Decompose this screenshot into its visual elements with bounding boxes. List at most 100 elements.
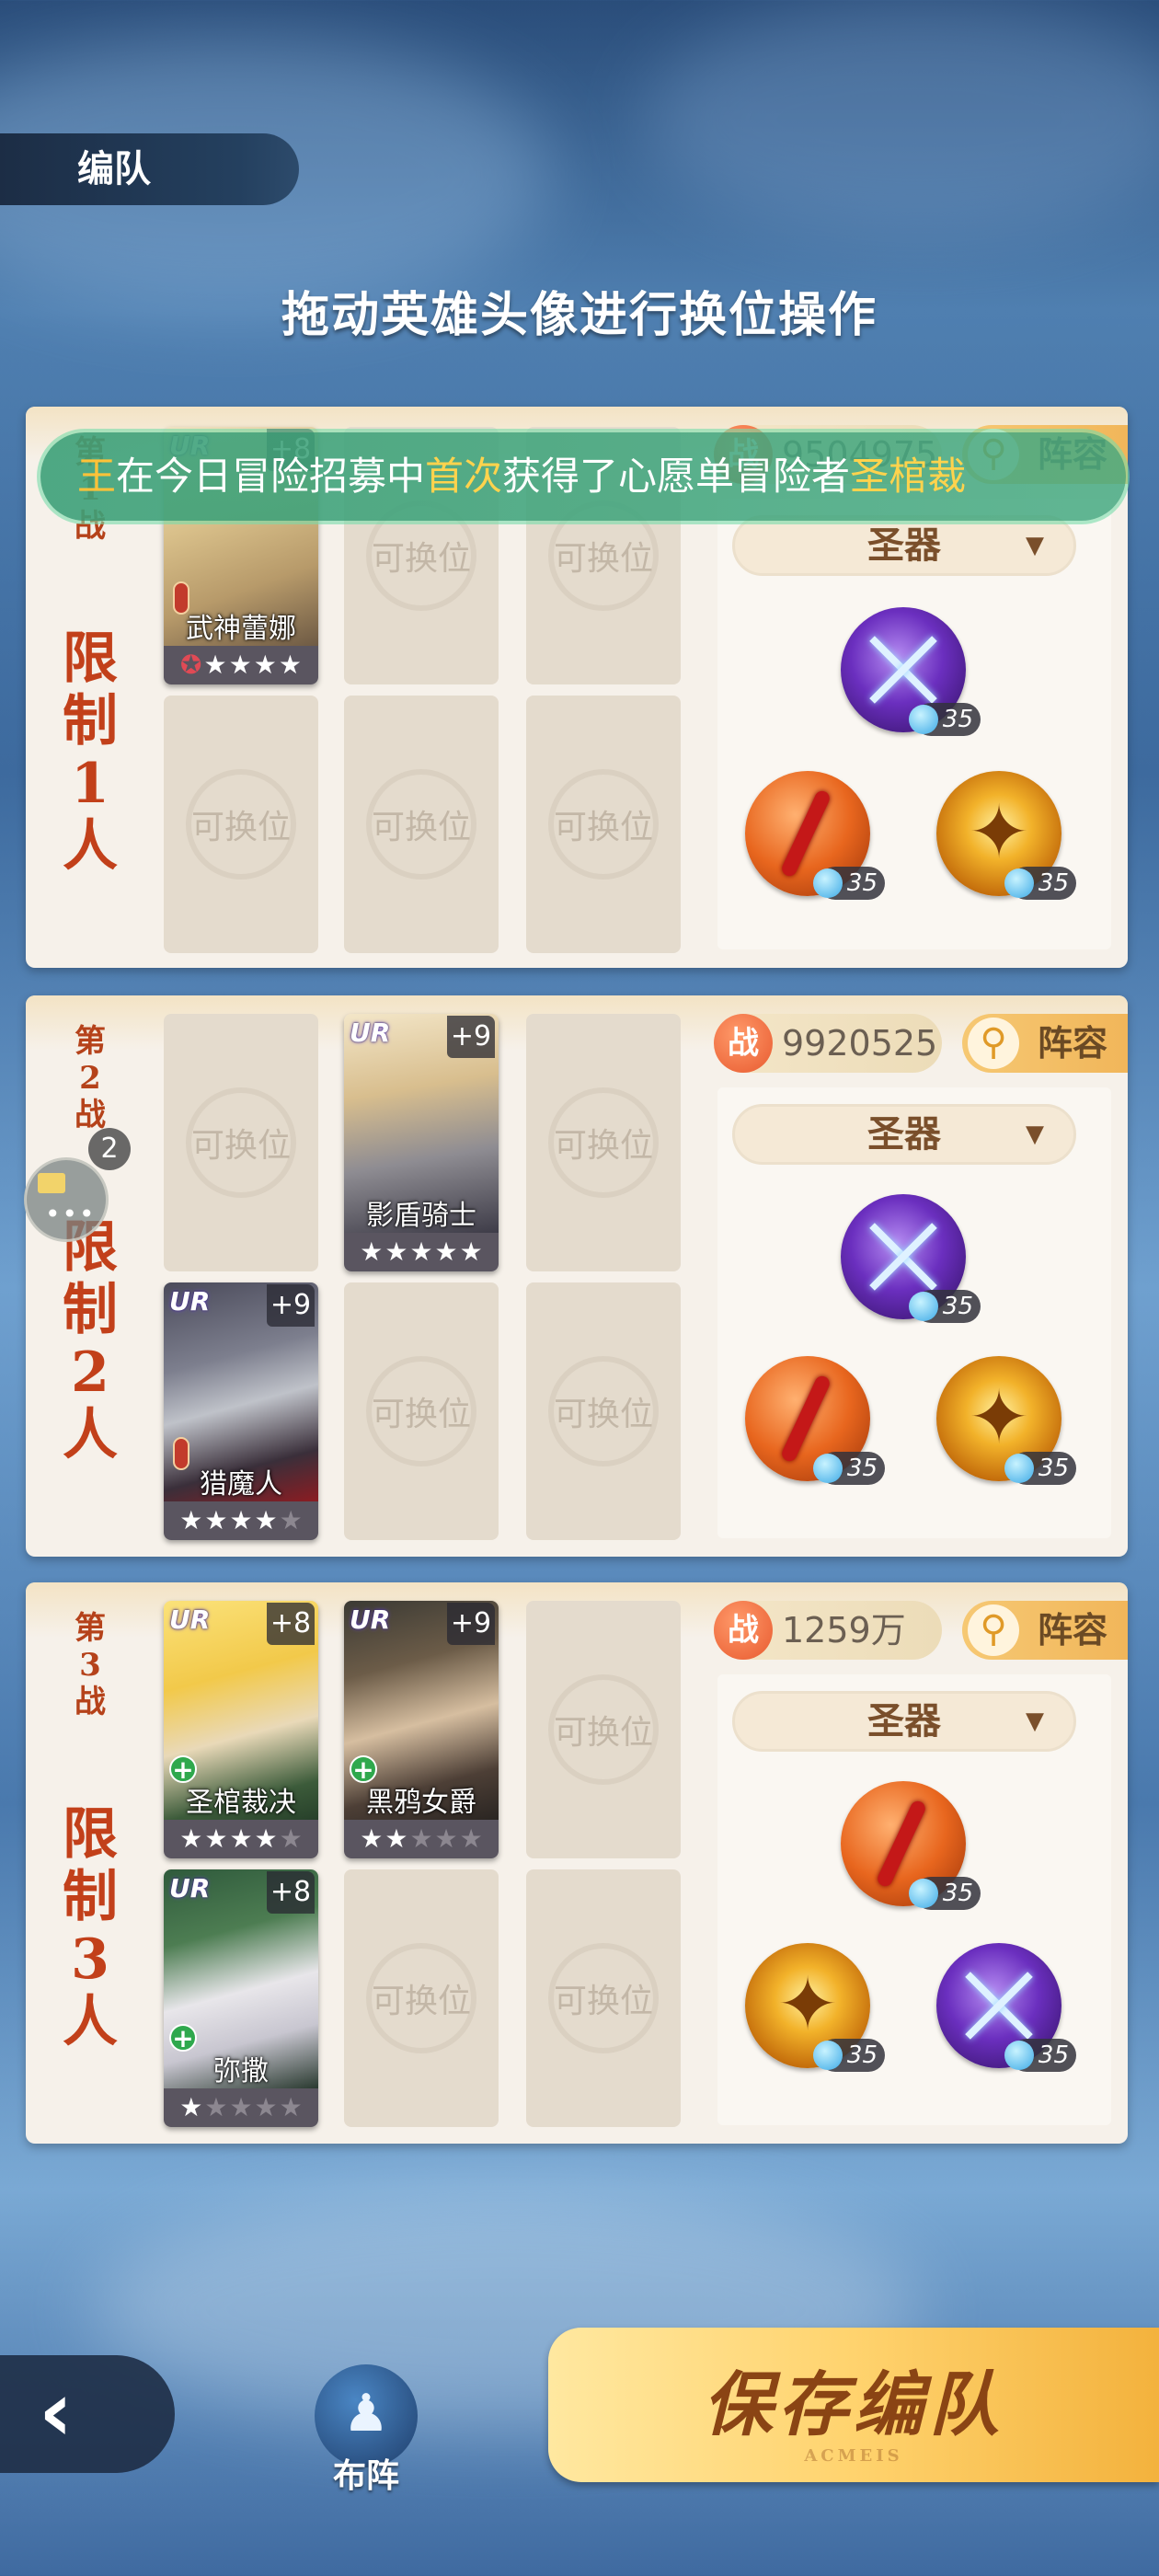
star-icon: ★ — [229, 1823, 253, 1854]
power-display: 战 1259万 — [714, 1601, 942, 1660]
star-icon: ★ — [409, 1823, 433, 1854]
star-icon: ★ — [254, 1505, 278, 1535]
artifact-red-blade-icon[interactable]: 35 — [745, 771, 885, 900]
star-rating: ✪ ★ ★ ★ ★ — [164, 646, 318, 684]
artifact-dropdown[interactable]: 圣器 ▼ — [732, 1691, 1076, 1752]
slot-label: 可换位 — [371, 540, 471, 578]
empty-slot[interactable]: 可换位 — [344, 696, 499, 953]
artifact-dropdown[interactable]: 圣器 ▼ — [732, 1104, 1076, 1165]
empty-slot[interactable]: 可换位 — [164, 1014, 318, 1271]
star-icon: ★ — [279, 2092, 303, 2122]
hero-name: 弥撒 — [213, 2055, 269, 2087]
artifact-dropdown[interactable]: 圣器 ▼ — [732, 515, 1076, 576]
star-icon: ★ — [179, 1823, 203, 1854]
power-display: 战 9920525 — [714, 1014, 942, 1073]
star-icon: ★ — [360, 1236, 384, 1267]
artifact-crossed-blades-icon[interactable]: 35 — [841, 607, 981, 736]
star-icon: ★ — [384, 1236, 408, 1267]
dropdown-label: 圣器 — [867, 1113, 941, 1156]
artifact-level: 35 — [813, 867, 885, 900]
save-team-label: 保存编队 — [703, 2363, 1004, 2445]
drag-hint: 拖动英雄头像进行换位操作 — [281, 288, 878, 343]
star-icon: ★ — [459, 1236, 483, 1267]
rarity-badge: UR — [169, 1873, 211, 1903]
star-icon: ★ — [229, 1505, 253, 1535]
artifact-level: 35 — [909, 1877, 981, 1910]
limit-label: 限 制 3 人 — [63, 1802, 118, 2054]
star-icon: ★ — [384, 1823, 408, 1854]
lineup-button[interactable]: ⚲ 阵容 — [962, 1601, 1128, 1660]
artifact-golden-sun-icon[interactable]: 35 — [936, 771, 1076, 900]
artifact-red-blade-icon[interactable]: 35 — [841, 1781, 981, 1910]
empty-slot[interactable]: 可换位 — [526, 1869, 681, 2127]
star-icon: ★ — [254, 1823, 278, 1854]
artifact-golden-sun-icon[interactable]: 35 — [936, 1356, 1076, 1485]
star-icon: ★ — [229, 2092, 253, 2122]
artifact-level: 35 — [1004, 867, 1076, 900]
artifact-golden-sun-icon[interactable]: 35 — [745, 1943, 885, 2072]
dropdown-label: 圣器 — [867, 1700, 941, 1742]
battle-panel-3: 第 3 战 限 制 3 人 UR +8 + 圣棺裁决 ★ ★ ★ ★ ★ UR … — [26, 1582, 1128, 2144]
artifact-level: 35 — [909, 703, 981, 736]
artifact-level: 35 — [1004, 2039, 1076, 2072]
star-rating: ★ ★ ★ ★ ★ — [164, 1820, 318, 1858]
rarity-badge: UR — [169, 1286, 211, 1317]
hero-card[interactable]: UR +9 猎魔人 ★ ★ ★ ★ ★ — [164, 1282, 318, 1540]
artifact-level: 35 — [813, 1452, 885, 1485]
battle-label: 第 3 战 — [75, 1610, 106, 1720]
hero-name: 影盾骑士 — [366, 1200, 476, 1232]
chat-bubble-button[interactable]: ••• — [24, 1157, 109, 1242]
search-icon: ⚲ — [968, 1604, 1019, 1656]
star-icon: ★ — [179, 1505, 203, 1535]
empty-slot[interactable]: 可换位 — [526, 696, 681, 953]
slot-label: 可换位 — [553, 809, 653, 846]
empty-slot[interactable]: 可换位 — [344, 1869, 499, 2127]
star-icon: ★ — [254, 2092, 278, 2122]
empty-slot[interactable]: 可换位 — [164, 696, 318, 953]
empty-slot[interactable]: 可换位 — [526, 1014, 681, 1271]
hero-card[interactable]: UR +8 + 弥撒 ★ ★ ★ ★ ★ — [164, 1869, 318, 2127]
star-icon: ★ — [279, 1823, 303, 1854]
save-team-button[interactable]: 保存编队 ACMEIS — [548, 2328, 1159, 2482]
power-value: 1259万 — [782, 1610, 906, 1650]
team-tab: 编队 — [0, 133, 299, 205]
star-icon: ★ — [409, 1236, 433, 1267]
artifact-crossed-blades-icon[interactable]: 35 — [936, 1943, 1076, 2072]
hero-card[interactable]: UR +8 + 圣棺裁决 ★ ★ ★ ★ ★ — [164, 1601, 318, 1858]
empty-slot[interactable]: 可换位 — [344, 1282, 499, 1540]
star-icon: ★ — [203, 650, 227, 680]
hero-card[interactable]: UR +9 影盾骑士 ★ ★ ★ ★ ★ — [344, 1014, 499, 1271]
slot-label: 可换位 — [553, 1396, 653, 1433]
empty-slot[interactable]: 可换位 — [526, 1601, 681, 1858]
save-team-watermark: ACMEIS — [804, 2446, 903, 2466]
lineup-label: 阵容 — [1038, 1023, 1108, 1064]
star-icon: ★ — [253, 650, 277, 680]
star-icon: ★ — [279, 1505, 303, 1535]
back-button[interactable]: ‹ — [0, 2355, 175, 2473]
battle-label: 第 2 战 — [75, 1023, 106, 1133]
chat-count-badge: 2 — [88, 1128, 131, 1170]
marquee-text: 在今日冒险招募中 — [116, 454, 426, 499]
lineup-button[interactable]: ⚲ 阵容 — [962, 1014, 1128, 1073]
slot-label: 可换位 — [553, 1714, 653, 1752]
star-icon: ★ — [434, 1823, 458, 1854]
hero-name: 猎魔人 — [200, 1468, 282, 1501]
marquee-highlight: 首次 — [425, 454, 503, 499]
empty-slot[interactable]: 可换位 — [526, 1282, 681, 1540]
star-icon: ✪ — [180, 650, 202, 680]
power-icon: 战 — [714, 1014, 773, 1073]
limit-label: 限 制 2 人 — [63, 1215, 118, 1467]
slot-label: 可换位 — [553, 1983, 653, 2020]
marquee-player: 王 — [77, 454, 117, 499]
level-badge: +9 — [447, 1016, 495, 1058]
hero-card[interactable]: UR +9 + 黑鸦女爵 ★ ★ ★ ★ ★ — [344, 1601, 499, 1858]
artifact-red-blade-icon[interactable]: 35 — [745, 1356, 885, 1485]
slot-label: 可换位 — [190, 1127, 291, 1165]
artifact-crossed-blades-icon[interactable]: 35 — [841, 1194, 981, 1323]
rarity-badge: UR — [350, 1604, 391, 1635]
dropdown-arrow-icon: ▼ — [1026, 1121, 1044, 1148]
dropdown-label: 圣器 — [867, 524, 941, 567]
marquee-hero: 圣棺裁 — [850, 454, 967, 499]
star-rating: ★ ★ ★ ★ ★ — [344, 1233, 499, 1271]
slot-label: 可换位 — [190, 809, 291, 846]
